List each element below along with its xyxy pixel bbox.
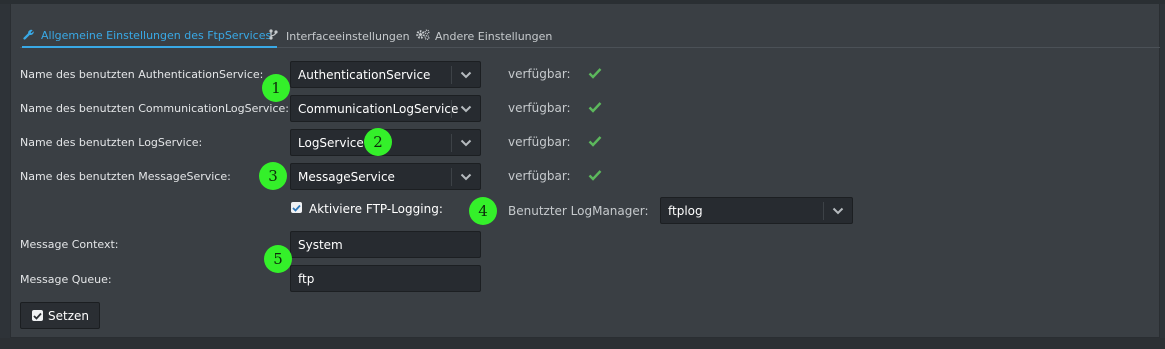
check-icon — [588, 136, 602, 147]
log-service-status: verfügbar: — [508, 135, 571, 149]
message-queue-value: ftp — [298, 272, 315, 286]
message-service-label: Name des benutzten MessageService: — [20, 170, 231, 183]
check-icon — [588, 170, 602, 181]
communication-log-service-select[interactable]: CommunicationLogService — [290, 95, 481, 122]
message-service-status: verfügbar: — [508, 169, 571, 183]
chevron-down-icon[interactable] — [452, 130, 480, 155]
authentication-service-select[interactable]: AuthenticationService — [290, 61, 481, 88]
annotation-marker-3: 3 — [259, 162, 287, 190]
chevron-down-icon[interactable] — [452, 62, 480, 87]
tab-other-settings-label: Andere Einstellungen — [435, 29, 553, 43]
chevron-down-icon[interactable] — [824, 198, 852, 223]
message-queue-label: Message Queue: — [20, 273, 112, 286]
communication-log-service-status: verfügbar: — [508, 101, 571, 115]
log-service-label: Name des benutzten LogService: — [20, 136, 203, 149]
tab-other-settings[interactable]: Andere Einstellungen — [416, 25, 552, 47]
annotation-marker-4: 4 — [469, 197, 497, 225]
setzen-button[interactable]: Setzen — [20, 302, 100, 329]
annotation-marker-1: 1 — [262, 74, 290, 102]
tab-interface-settings-label: Interfaceeinstellungen — [286, 29, 410, 43]
tab-general-settings[interactable]: Allgemeine Einstellungen des FtpServices — [22, 25, 278, 48]
authentication-service-value: AuthenticationService — [298, 68, 431, 82]
authentication-service-status: verfügbar: — [508, 67, 571, 81]
authentication-service-label: Name des benutzten AuthenticationService… — [20, 68, 264, 81]
ftp-logging-label: Aktiviere FTP-Logging: — [309, 202, 443, 216]
message-service-value: MessageService — [298, 170, 395, 184]
message-queue-input[interactable]: ftp — [290, 265, 481, 292]
annotation-marker-2: 2 — [364, 128, 392, 156]
log-service-value: LogService — [298, 136, 364, 150]
communication-log-service-label: Name des benutzten CommunicationLogServi… — [20, 102, 289, 115]
chevron-down-icon[interactable] — [452, 96, 480, 121]
tab-general-settings-label: Allgemeine Einstellungen des FtpServices — [41, 29, 272, 42]
tab-interface-settings[interactable]: Interfaceeinstellungen — [267, 25, 410, 47]
log-manager-select[interactable]: ftplog — [660, 197, 853, 224]
message-service-select[interactable]: MessageService — [290, 163, 481, 190]
message-context-input[interactable]: System — [290, 231, 481, 258]
message-context-label: Message Context: — [20, 238, 119, 251]
check-square-icon — [32, 310, 43, 321]
check-icon — [588, 68, 602, 79]
communication-log-service-value: CommunicationLogService — [298, 102, 459, 116]
check-icon — [588, 102, 602, 113]
tab-bar: Allgemeine Einstellungen des FtpServices… — [20, 21, 1160, 48]
branch-icon — [267, 29, 280, 43]
chevron-down-icon[interactable] — [452, 164, 480, 189]
message-context-value: System — [298, 238, 343, 252]
checkmark-icon — [292, 204, 301, 212]
setzen-button-label: Setzen — [48, 308, 89, 323]
gears-icon — [416, 29, 430, 43]
bottom-strip — [0, 338, 1165, 349]
annotation-marker-5: 5 — [264, 245, 292, 273]
wrench-icon — [22, 29, 35, 43]
log-manager-value: ftplog — [668, 204, 703, 218]
log-manager-label: Benutzter LogManager: — [508, 204, 649, 218]
ftp-logging-checkbox[interactable] — [291, 202, 302, 213]
